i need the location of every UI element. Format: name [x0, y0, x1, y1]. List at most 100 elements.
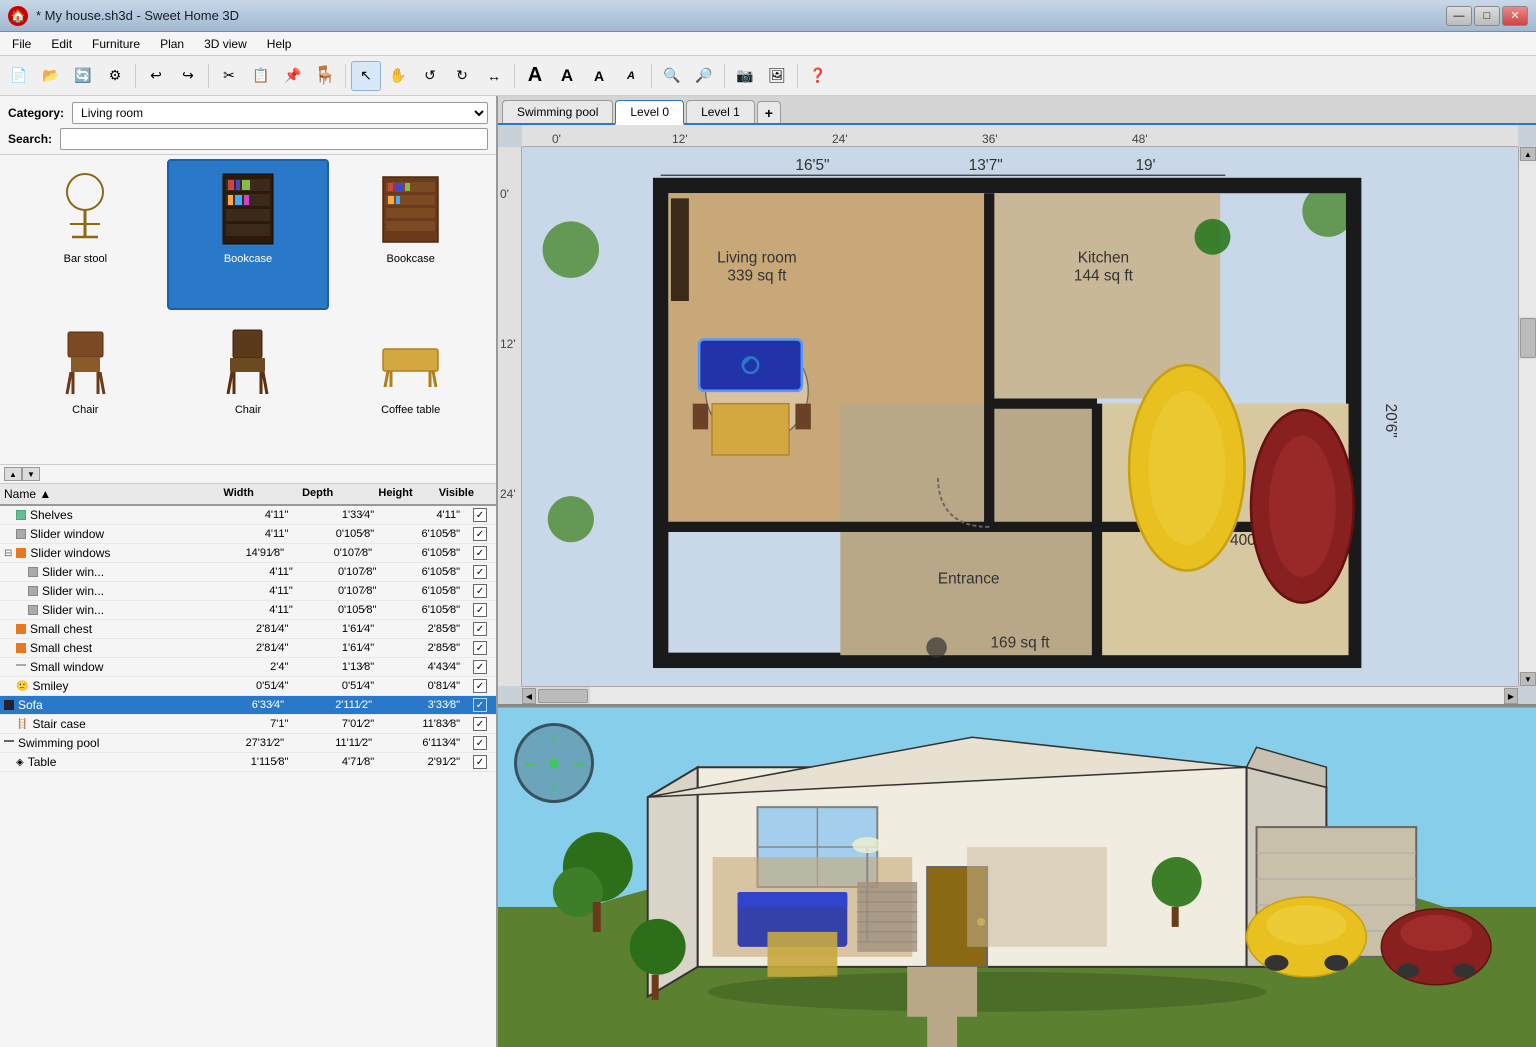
nav-up[interactable]: ↑	[542, 727, 566, 751]
visible-checkbox-small-window[interactable]: ✓	[473, 660, 487, 674]
search-input[interactable]	[60, 128, 488, 150]
text-size-4-button[interactable]: A	[616, 61, 646, 91]
visible-checkbox-swimming-pool[interactable]: ✓	[473, 736, 487, 750]
cut-button[interactable]: ✂	[214, 61, 244, 91]
plan-view[interactable]: 0' 12' 24' 36' 48' 0' 12' 24'	[498, 125, 1536, 707]
rotate-cw-button[interactable]: ↺	[415, 61, 445, 91]
furniture-item-bookcase-selected[interactable]: Bookcase	[167, 159, 330, 310]
small-window-icon	[16, 664, 26, 666]
zoom-out-button[interactable]: 🔎	[689, 61, 719, 91]
visible-checkbox-table[interactable]: ✓	[473, 755, 487, 769]
photo-button[interactable]: 🖼	[762, 61, 792, 91]
minimize-button[interactable]: —	[1446, 6, 1472, 26]
nav-left[interactable]: ←	[518, 751, 542, 775]
visible-checkbox-small-chest-1[interactable]: ✓	[473, 622, 487, 636]
list-item-swimming-pool[interactable]: Swimming pool 27'31⁄2" 11'11⁄2" 6'113⁄4"…	[0, 734, 496, 753]
nav-circle[interactable]: ↑ ← ⊕ → ↓	[514, 723, 594, 803]
list-header[interactable]: Name ▲ Width Depth Height Visible	[0, 484, 496, 506]
furniture-item-coffee-table[interactable]: Coffee table	[329, 310, 492, 461]
list-item-shelves[interactable]: Shelves 4'11" 1'33⁄4" 4'11" ✓	[0, 506, 496, 525]
category-select[interactable]: Living room Bedroom Kitchen Bathroom Off…	[72, 102, 488, 124]
tab-level-0[interactable]: Level 0	[615, 100, 684, 125]
list-item-small-chest-1[interactable]: Small chest 2'81⁄4" 1'61⁄4" 2'85⁄8" ✓	[0, 620, 496, 639]
list-item-slider-win-3[interactable]: Slider win... 4'11" 0'105⁄8" 6'105⁄8" ✓	[0, 601, 496, 620]
rotate-ccw-button[interactable]: ↻	[447, 61, 477, 91]
scroll-right-button[interactable]: ▶	[1504, 688, 1518, 704]
select-button[interactable]: ↖	[351, 61, 381, 91]
visible-checkbox-sofa[interactable]: ✓	[473, 698, 487, 712]
nav-down[interactable]: ↓	[542, 775, 566, 799]
text-size-1-button[interactable]: A	[520, 61, 550, 91]
list-item-slider-win-2[interactable]: Slider win... 4'11" 0'107⁄8" 6'105⁄8" ✓	[0, 582, 496, 601]
furniture-item-chair-2[interactable]: Chair	[167, 310, 330, 461]
furniture-item-bookcase-2[interactable]: Bookcase	[329, 159, 492, 310]
separator-7	[797, 64, 798, 88]
preferences-button[interactable]: ⚙	[100, 61, 130, 91]
visible-checkbox-shelves[interactable]: ✓	[473, 508, 487, 522]
redo-button[interactable]: ↪	[173, 61, 203, 91]
list-item-slider-window[interactable]: Slider window 4'11" 0'105⁄8" 6'105⁄8" ✓	[0, 525, 496, 544]
nav-center[interactable]: ⊕	[542, 751, 566, 775]
visible-checkbox-slider-window[interactable]: ✓	[473, 527, 487, 541]
help-button[interactable]: ❓	[803, 61, 833, 91]
header-visible: Visible	[421, 487, 492, 501]
list-item-sofa[interactable]: Sofa 6'33⁄4" 2'111⁄2" 3'33⁄8" ✓	[0, 696, 496, 715]
close-button[interactable]: ✕	[1502, 6, 1528, 26]
text-size-2-button[interactable]: A	[552, 61, 582, 91]
scroll-left-button[interactable]: ◀	[522, 688, 536, 704]
view-3d[interactable]: ↑ ← ⊕ → ↓	[498, 707, 1536, 1047]
scrollbar-bottom[interactable]: ◀ ▶	[522, 686, 1518, 704]
list-item-smiley[interactable]: 🙂 Smiley 0'51⁄4" 0'51⁄4" 0'81⁄4" ✓	[0, 677, 496, 696]
category-label: Category:	[8, 106, 64, 120]
furniture-item-chair-1[interactable]: Chair	[4, 310, 167, 461]
list-item-small-chest-2[interactable]: Small chest 2'81⁄4" 1'61⁄4" 2'85⁄8" ✓	[0, 639, 496, 658]
nav-up-left	[518, 727, 542, 751]
tab-swimming-pool[interactable]: Swimming pool	[502, 100, 613, 123]
text-size-3-button[interactable]: A	[584, 61, 614, 91]
grid-scroll-down[interactable]: ▼	[22, 467, 40, 481]
new-button[interactable]: 📄	[4, 61, 34, 91]
plan-canvas[interactable]: 16'5" 13'7" 19' 20'6"	[522, 147, 1518, 686]
menu-item-3d-view[interactable]: 3D view	[196, 35, 255, 53]
list-item-small-window[interactable]: Small window 2'4" 1'13⁄8" 4'43⁄4" ✓	[0, 658, 496, 677]
open-button[interactable]: 📂	[36, 61, 66, 91]
menu-item-plan[interactable]: Plan	[152, 35, 192, 53]
flip-button[interactable]: ↔	[479, 61, 509, 91]
maximize-button[interactable]: □	[1474, 6, 1500, 26]
visible-checkbox-slider-windows[interactable]: ✓	[473, 546, 487, 560]
visible-checkbox-small-chest-2[interactable]: ✓	[473, 641, 487, 655]
visible-checkbox-slider-win-1[interactable]: ✓	[473, 565, 487, 579]
list-item-slider-windows-group[interactable]: ⊟ Slider windows 14'91⁄8" 0'107⁄8" 6'105…	[0, 544, 496, 563]
nav-right[interactable]: →	[566, 751, 590, 775]
furniture-item-bar-stool[interactable]: Bar stool	[4, 159, 167, 310]
list-item-slider-win-1[interactable]: Slider win... 4'11" 0'107⁄8" 6'105⁄8" ✓	[0, 563, 496, 582]
menu-item-file[interactable]: File	[4, 35, 39, 53]
coffee-table-icon	[371, 320, 451, 400]
scroll-down-button[interactable]: ▼	[1520, 672, 1536, 686]
visible-checkbox-stair-case[interactable]: ✓	[473, 717, 487, 731]
visible-checkbox-slider-win-3[interactable]: ✓	[473, 603, 487, 617]
zoom-in-button[interactable]: 🔍	[657, 61, 687, 91]
menu-item-furniture[interactable]: Furniture	[84, 35, 148, 53]
list-item-table[interactable]: ◈ Table 1'115⁄8" 4'71⁄8" 2'91⁄2" ✓	[0, 753, 496, 772]
tab-level-1[interactable]: Level 1	[686, 100, 755, 123]
scroll-thumb-v[interactable]	[1520, 318, 1536, 358]
pan-button[interactable]: ✋	[383, 61, 413, 91]
menu-item-edit[interactable]: Edit	[43, 35, 80, 53]
visible-checkbox-smiley[interactable]: ✓	[473, 679, 487, 693]
recent-button[interactable]: 🔄	[68, 61, 98, 91]
camera-button[interactable]: 📷	[730, 61, 760, 91]
list-item-stair-case[interactable]: 🪜 Stair case 7'1" 7'01⁄2" 11'83⁄8" ✓	[0, 715, 496, 734]
tab-add-button[interactable]: +	[757, 101, 781, 123]
scroll-thumb-h[interactable]	[538, 689, 588, 703]
scrollbar-right[interactable]: ▲ ▼	[1518, 147, 1536, 686]
grid-scroll-up[interactable]: ▲	[4, 467, 22, 481]
undo-button[interactable]: ↩	[141, 61, 171, 91]
visible-checkbox-slider-win-2[interactable]: ✓	[473, 584, 487, 598]
paste-button[interactable]: 📌	[278, 61, 308, 91]
copy-button[interactable]: 📋	[246, 61, 276, 91]
add-furniture-button[interactable]: 🪑	[310, 61, 340, 91]
scroll-up-button[interactable]: ▲	[1520, 147, 1536, 161]
menu-item-help[interactable]: Help	[259, 35, 300, 53]
svg-text:Entrance: Entrance	[938, 570, 1000, 587]
